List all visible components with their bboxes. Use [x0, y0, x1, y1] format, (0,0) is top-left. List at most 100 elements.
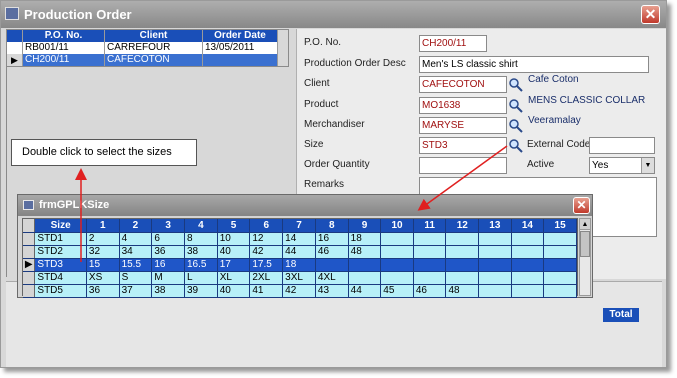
column-header-15[interactable]: 15 [543, 219, 577, 233]
cell-size-7[interactable]: 44 [282, 245, 316, 259]
cell-size-11[interactable] [413, 245, 447, 259]
cell-size-code[interactable]: STD1 [34, 232, 87, 246]
cell-order-date[interactable]: 13/05/2011 [203, 42, 278, 54]
cell-size-4[interactable]: 8 [184, 232, 218, 246]
column-header-11[interactable]: 11 [413, 219, 447, 233]
cell-size-12[interactable] [445, 232, 480, 246]
row-header[interactable] [23, 232, 36, 246]
order-desc-field[interactable]: Men's LS classic shirt [419, 56, 649, 73]
cell-size-11[interactable] [413, 232, 447, 246]
cell-size-5[interactable]: XL [217, 271, 251, 285]
cell-size-3[interactable]: M [151, 271, 185, 285]
cell-size-9[interactable]: 44 [348, 284, 382, 298]
cell-size-8[interactable]: 16 [315, 232, 349, 246]
column-header-size[interactable]: Size [34, 219, 87, 233]
cell-size-14[interactable] [511, 271, 545, 285]
size-row-selected[interactable]: ▶ STD3 15 15.5 16 16.5 17 17.5 18 [23, 258, 577, 272]
cell-size-6[interactable]: 12 [249, 232, 284, 246]
cell-size-15[interactable] [543, 271, 577, 285]
cell-size-9[interactable] [348, 258, 382, 272]
column-header-14[interactable]: 14 [511, 219, 545, 233]
cell-size-12[interactable] [445, 271, 480, 285]
size-dialog-titlebar[interactable]: frmGPLKSize ✕ [18, 195, 592, 216]
size-row[interactable]: STD2 32 34 36 38 40 42 44 46 48 [23, 245, 577, 259]
scroll-up-icon[interactable]: ▲ [580, 219, 590, 230]
cell-size-9[interactable]: 18 [348, 232, 382, 246]
cell-size-10[interactable] [380, 271, 414, 285]
cell-size-2[interactable]: 37 [119, 284, 153, 298]
cell-size-9[interactable] [348, 271, 382, 285]
cell-size-1[interactable]: 36 [86, 284, 120, 298]
size-row[interactable]: STD5 36 37 38 39 40 41 42 43 44 45 46 48 [23, 284, 577, 298]
column-header-4[interactable]: 4 [184, 219, 218, 233]
cell-size-11[interactable]: 46 [413, 284, 447, 298]
cell-size-2[interactable]: 34 [119, 245, 153, 259]
cell-size-14[interactable] [511, 284, 545, 298]
cell-size-3[interactable]: 36 [151, 245, 185, 259]
cell-size-8[interactable]: 46 [315, 245, 349, 259]
cell-size-4[interactable]: 38 [184, 245, 218, 259]
main-titlebar[interactable]: Production Order ✕ [1, 1, 666, 28]
table-row[interactable]: RB001/11 CARREFOUR 13/05/2011 [7, 42, 288, 54]
column-header-12[interactable]: 12 [445, 219, 480, 233]
column-header-9[interactable]: 9 [348, 219, 382, 233]
cell-size-1[interactable]: 2 [86, 232, 120, 246]
search-icon[interactable] [508, 118, 523, 133]
cell-size-6[interactable]: 2XL [249, 271, 284, 285]
cell-size-14[interactable] [511, 232, 545, 246]
cell-size-code[interactable]: STD2 [34, 245, 87, 259]
cell-size-code[interactable]: STD5 [34, 284, 87, 298]
cell-size-4[interactable]: 16.5 [184, 258, 218, 272]
size-row[interactable]: STD1 2 4 6 8 10 12 14 16 18 [23, 232, 577, 246]
cell-size-7[interactable]: 18 [282, 258, 316, 272]
size-row[interactable]: STD4 XS S M L XL 2XL 3XL 4XL [23, 271, 577, 285]
cell-size-1[interactable]: 32 [86, 245, 120, 259]
cell-order-date[interactable] [203, 54, 278, 66]
chevron-down-icon[interactable]: ▼ [641, 158, 654, 173]
product-field[interactable]: MO1638 [419, 97, 507, 114]
cell-size-2[interactable]: 4 [119, 232, 153, 246]
column-header-10[interactable]: 10 [380, 219, 414, 233]
cell-size-1[interactable]: 15 [86, 258, 120, 272]
cell-size-6[interactable]: 42 [249, 245, 284, 259]
cell-size-15[interactable] [543, 245, 577, 259]
cell-size-8[interactable] [315, 258, 349, 272]
size-grid-scrollbar[interactable]: ▲ [579, 218, 591, 296]
cell-po-no[interactable]: RB001/11 [23, 42, 105, 54]
cell-po-no[interactable]: CH200/11 [23, 54, 105, 66]
cell-size-15[interactable] [543, 284, 577, 298]
column-header-3[interactable]: 3 [151, 219, 185, 233]
cell-size-13[interactable] [478, 271, 512, 285]
cell-size-15[interactable] [543, 258, 577, 272]
cell-client[interactable]: CARREFOUR [105, 42, 203, 54]
cell-size-5[interactable]: 10 [217, 232, 251, 246]
column-header-13[interactable]: 13 [478, 219, 512, 233]
column-header-7[interactable]: 7 [282, 219, 316, 233]
cell-size-1[interactable]: XS [86, 271, 120, 285]
cell-size-3[interactable]: 6 [151, 232, 185, 246]
cell-size-14[interactable] [511, 258, 545, 272]
cell-size-6[interactable]: 41 [249, 284, 284, 298]
column-header-po-no[interactable]: P.O. No. [23, 30, 105, 42]
search-icon[interactable] [508, 98, 523, 113]
cell-size-8[interactable]: 4XL [315, 271, 349, 285]
po-no-field[interactable]: CH200/11 [419, 35, 487, 52]
column-header-2[interactable]: 2 [119, 219, 153, 233]
cell-size-5[interactable]: 40 [217, 284, 251, 298]
active-select[interactable]: Yes ▼ [589, 157, 655, 174]
cell-size-5[interactable]: 40 [217, 245, 251, 259]
column-header-client[interactable]: Client [105, 30, 203, 42]
cell-size-10[interactable]: 45 [380, 284, 414, 298]
size-field[interactable]: STD3 [419, 137, 507, 154]
cell-client[interactable]: CAFECOTON [105, 54, 203, 66]
client-field[interactable]: CAFECOTON [419, 76, 507, 93]
cell-size-4[interactable]: 39 [184, 284, 218, 298]
order-quantity-field[interactable] [419, 157, 507, 174]
cell-size-6[interactable]: 17.5 [249, 258, 284, 272]
cell-size-11[interactable] [413, 258, 447, 272]
cell-size-13[interactable] [478, 258, 512, 272]
column-header-1[interactable]: 1 [86, 219, 120, 233]
cell-size-7[interactable]: 3XL [282, 271, 316, 285]
cell-size-7[interactable]: 42 [282, 284, 316, 298]
cell-size-13[interactable] [478, 284, 512, 298]
